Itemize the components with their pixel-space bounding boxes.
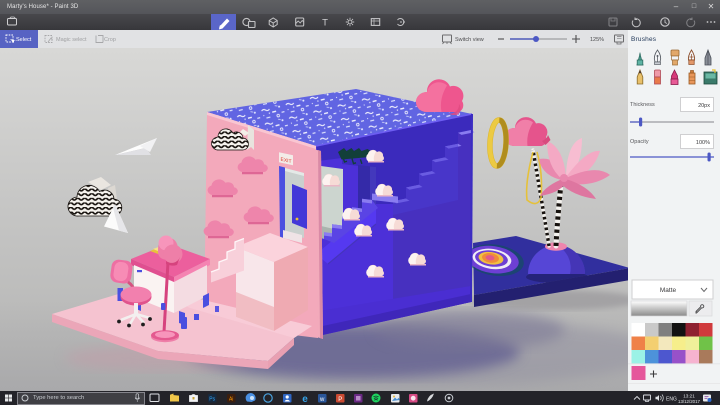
svg-text:Thickness: Thickness: [630, 102, 655, 108]
svg-text:13/12/2017: 13/12/2017: [678, 399, 701, 404]
svg-text:w: w: [319, 397, 325, 403]
svg-text:P: P: [338, 397, 342, 403]
svg-text:Ai: Ai: [229, 397, 233, 403]
svg-text:Matte: Matte: [660, 287, 677, 294]
svg-text:Ps: Ps: [209, 397, 215, 403]
svg-text:20px: 20px: [698, 103, 710, 109]
svg-text:Opacity: Opacity: [630, 139, 649, 145]
svg-text:100%: 100%: [696, 140, 710, 146]
svg-text:13:21: 13:21: [683, 393, 695, 398]
svg-text:ENG: ENG: [666, 396, 677, 402]
svg-text:T: T: [322, 18, 328, 29]
svg-text:e: e: [302, 394, 308, 405]
